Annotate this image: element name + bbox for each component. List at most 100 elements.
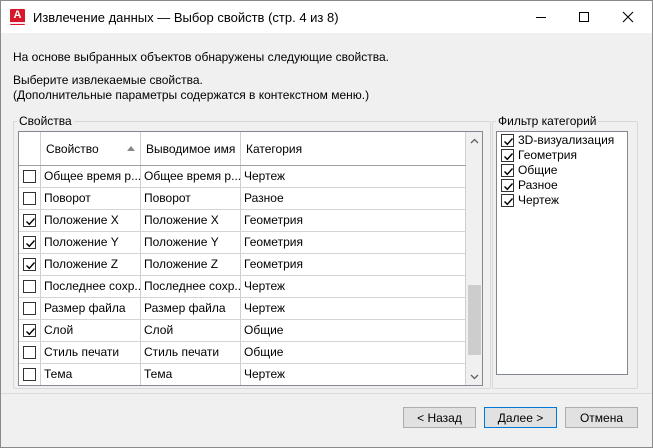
checkmark-icon	[504, 183, 514, 191]
cell-display-name[interactable]: Стиль печати	[141, 342, 241, 363]
column-header-category[interactable]: Категория	[241, 132, 466, 165]
next-button[interactable]: Далее >	[484, 407, 557, 428]
cell-property[interactable]: Положение X	[41, 210, 141, 231]
table-row[interactable]: Тема Тема Чертеж	[19, 364, 466, 385]
cell-property[interactable]: Положение Z	[41, 254, 141, 275]
checkmark-icon	[26, 328, 36, 336]
checkmark-icon	[26, 240, 36, 248]
grid-header: Свойство Выводимое имя Категория	[19, 132, 466, 166]
context-menu-hint: (Дополнительные параметры содержатся в к…	[13, 88, 370, 102]
table-row[interactable]: Стиль печати Стиль печати Общие	[19, 342, 466, 364]
table-row[interactable]: Поворот Поворот Разное	[19, 188, 466, 210]
cell-property[interactable]: Размер файла	[41, 298, 141, 319]
cell-property[interactable]: Поворот	[41, 188, 141, 209]
info-message: На основе выбранных объектов обнаружены …	[13, 50, 389, 64]
category-filter-checkbox[interactable]	[501, 179, 514, 192]
table-row[interactable]: Размер файла Размер файла Чертеж	[19, 298, 466, 320]
column-header-display-name[interactable]: Выводимое имя	[141, 132, 241, 165]
cell-category[interactable]: Общие	[241, 320, 466, 341]
row-checkbox[interactable]	[23, 324, 36, 337]
cell-category[interactable]: Геометрия	[241, 232, 466, 253]
row-checkbox[interactable]	[23, 170, 36, 183]
cell-display-name[interactable]: Последнее сохр...	[141, 276, 241, 297]
cell-category[interactable]: Чертеж	[241, 298, 466, 319]
sort-ascending-icon	[127, 146, 135, 151]
cell-category[interactable]: Чертеж	[241, 166, 466, 187]
cell-display-name[interactable]: Положение Z	[141, 254, 241, 275]
scrollbar-thumb[interactable]	[468, 285, 481, 355]
cell-category[interactable]: Геометрия	[241, 254, 466, 275]
table-row[interactable]: Общее время р... Общее время р... Чертеж	[19, 166, 466, 188]
cell-category[interactable]: Чертеж	[241, 364, 466, 385]
table-row[interactable]: Положение X Положение X Геометрия	[19, 210, 466, 232]
cell-display-name[interactable]: Положение X	[141, 210, 241, 231]
cell-display-name[interactable]: Общее время р...	[141, 166, 241, 187]
checkmark-icon	[504, 153, 514, 161]
minimize-button[interactable]	[519, 1, 563, 33]
category-filter-checkbox[interactable]	[501, 134, 514, 147]
cell-category[interactable]: Общие	[241, 342, 466, 363]
cell-display-name[interactable]: Слой	[141, 320, 241, 341]
row-checkbox-cell	[19, 210, 41, 231]
cell-property[interactable]: Последнее сохр...	[41, 276, 141, 297]
category-filter-label: Общие	[518, 163, 558, 177]
scroll-up-button[interactable]	[466, 132, 482, 149]
dialog-footer: < Назад Далее > Отмена	[0, 393, 653, 448]
grid-scrollbar[interactable]	[466, 132, 482, 385]
cell-category[interactable]: Чертеж	[241, 276, 466, 297]
category-filter-list[interactable]: 3D-визуализация Геометрия Общие Разное Черте…	[496, 131, 628, 375]
category-filter-label: 3D-визуализация	[518, 133, 615, 147]
row-checkbox[interactable]	[23, 236, 36, 249]
header-checkbox-column	[19, 132, 41, 165]
row-checkbox-cell	[19, 364, 41, 385]
properties-legend: Свойства	[19, 114, 72, 128]
cell-property[interactable]: Стиль печати	[41, 342, 141, 363]
instruction-message: Выберите извлекаемые свойства.	[13, 73, 203, 87]
row-checkbox-cell	[19, 232, 41, 253]
table-row[interactable]: Слой Слой Общие	[19, 320, 466, 342]
checkmark-icon	[26, 218, 36, 226]
row-checkbox[interactable]	[23, 258, 36, 271]
row-checkbox[interactable]	[23, 280, 36, 293]
properties-grid[interactable]: Свойство Выводимое имя Категория Общее в…	[18, 131, 483, 386]
row-checkbox-cell	[19, 342, 41, 363]
category-filter-checkbox[interactable]	[501, 149, 514, 162]
category-filter-checkbox[interactable]	[501, 194, 514, 207]
checkmark-icon	[26, 262, 36, 270]
column-header-property[interactable]: Свойство	[41, 132, 141, 165]
cell-property[interactable]: Положение Y	[41, 232, 141, 253]
category-filter-label: Геометрия	[518, 148, 577, 162]
table-row[interactable]: Положение Y Положение Y Геометрия	[19, 232, 466, 254]
cell-category[interactable]: Разное	[241, 188, 466, 209]
cell-property[interactable]: Тема	[41, 364, 141, 385]
row-checkbox-cell	[19, 320, 41, 341]
row-checkbox[interactable]	[23, 302, 36, 315]
cancel-button[interactable]: Отмена	[565, 407, 638, 428]
cell-display-name[interactable]: Положение Y	[141, 232, 241, 253]
cell-display-name[interactable]: Поворот	[141, 188, 241, 209]
row-checkbox[interactable]	[23, 346, 36, 359]
minimize-icon	[536, 17, 546, 18]
table-row[interactable]: Последнее сохр... Последнее сохр... Чертеж	[19, 276, 466, 298]
row-checkbox[interactable]	[23, 192, 36, 205]
cell-property[interactable]: Слой	[41, 320, 141, 341]
row-checkbox[interactable]	[23, 214, 36, 227]
chevron-down-icon	[470, 374, 479, 379]
cell-display-name[interactable]: Тема	[141, 364, 241, 385]
scroll-down-button[interactable]	[466, 368, 482, 385]
close-button[interactable]	[606, 1, 650, 33]
chevron-up-icon	[470, 138, 479, 143]
row-checkbox[interactable]	[23, 368, 36, 381]
cell-display-name[interactable]: Размер файла	[141, 298, 241, 319]
category-filter-checkbox[interactable]	[501, 164, 514, 177]
table-row[interactable]: Положение Z Положение Z Геометрия	[19, 254, 466, 276]
cell-category[interactable]: Геометрия	[241, 210, 466, 231]
back-button[interactable]: < Назад	[403, 407, 476, 428]
checkmark-icon	[504, 198, 514, 206]
row-checkbox-cell	[19, 298, 41, 319]
checkmark-icon	[504, 168, 514, 176]
cell-property[interactable]: Общее время р...	[41, 166, 141, 187]
footer-divider	[1, 393, 652, 394]
maximize-icon	[579, 12, 589, 22]
maximize-button[interactable]	[562, 1, 606, 33]
